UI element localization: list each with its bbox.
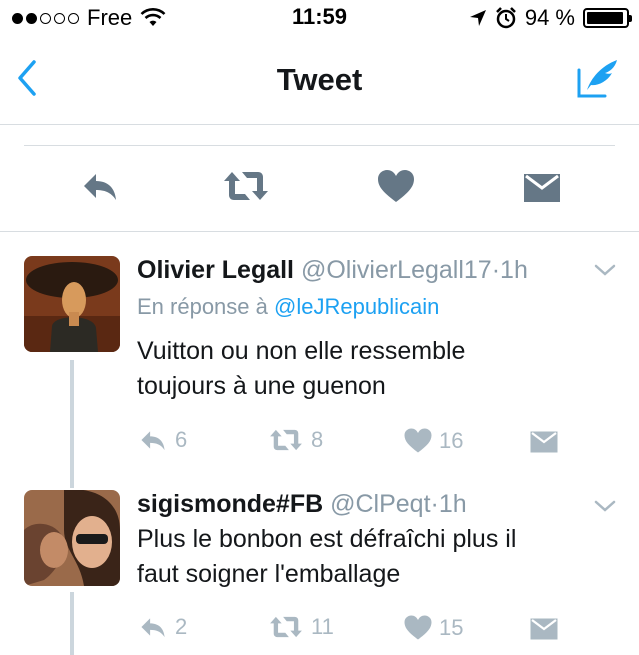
separator: · — [491, 256, 501, 284]
timestamp: 1h — [500, 256, 528, 284]
direct-message-icon — [530, 618, 558, 640]
separator: · — [430, 490, 439, 518]
chevron-down-icon[interactable] — [593, 262, 617, 278]
reply-button[interactable]: 6 — [137, 427, 187, 453]
avatar-portrait-image — [24, 256, 120, 352]
tweet-text-line: Plus le bonbon est défraîchi plus il — [137, 525, 517, 553]
retweet-count: 8 — [311, 427, 324, 452]
like-button[interactable]: 16 — [403, 427, 463, 454]
like-button[interactable]: 15 — [403, 614, 463, 641]
user-name[interactable]: Olivier Legall — [137, 256, 294, 284]
retweet-button[interactable]: 11 — [267, 614, 334, 640]
like-icon[interactable] — [376, 168, 416, 204]
reply-count: 6 — [175, 427, 188, 452]
avatar[interactable] — [24, 256, 120, 352]
retweet-icon — [270, 429, 302, 451]
like-icon — [404, 428, 432, 453]
reply-context: En réponse à @leJRepublicain — [137, 294, 439, 320]
like-count: 16 — [439, 427, 464, 453]
tweet-text-line: Vuitton ou non elle ressemble — [137, 337, 466, 365]
tweet-text: Plus le bonbon est défraîchi plus il fau… — [137, 522, 607, 592]
reply-icon[interactable] — [80, 168, 120, 204]
like-count: 15 — [439, 614, 464, 640]
battery-icon — [583, 8, 632, 28]
reply-mention-link[interactable]: @leJRepublicain — [274, 294, 439, 319]
battery-percent: 94 % — [524, 5, 575, 30]
like-icon — [404, 615, 432, 640]
status-right: 94 % — [469, 5, 632, 31]
tweet-text-line: toujours à une guenon — [137, 372, 386, 400]
direct-message-icon — [530, 431, 558, 453]
page-title: Tweet — [276, 62, 363, 97]
retweet-count: 11 — [311, 614, 334, 639]
direct-message-icon[interactable] — [522, 168, 562, 204]
reply-tweet[interactable]: sigismonde#FB @ClPeqt·1h Plus le bonbon … — [0, 488, 639, 655]
retweet-icon — [270, 616, 302, 638]
user-handle[interactable]: @OlivierLegall17 — [301, 256, 492, 284]
direct-message-button[interactable] — [529, 427, 559, 454]
reply-prefix: En réponse à — [137, 294, 268, 319]
reply-icon — [141, 618, 165, 638]
user-name[interactable]: sigismonde#FB — [137, 490, 323, 518]
nav-bar: Tweet — [0, 36, 639, 125]
avatar-photo-image — [24, 490, 120, 586]
tweet-action-bar — [24, 145, 615, 232]
thread-line — [70, 592, 74, 655]
direct-message-button[interactable] — [529, 614, 559, 641]
thread-line — [70, 360, 74, 488]
avatar[interactable] — [24, 490, 120, 586]
alarm-icon — [495, 7, 516, 29]
tweet-text: Vuitton ou non elle ressemble toujours à… — [137, 334, 607, 404]
reply-count: 2 — [175, 614, 188, 639]
tweet-text-line: faut soigner l'emballage — [137, 560, 401, 588]
retweet-icon[interactable] — [222, 168, 270, 204]
compose-tweet-icon[interactable] — [575, 56, 621, 102]
tweet-header: sigismonde#FB @ClPeqt·1h — [137, 490, 467, 519]
reply-tweet[interactable]: Olivier Legall @OlivierLegall17·1h En ré… — [0, 232, 639, 488]
tweet-actions: 2 11 15 — [137, 614, 607, 648]
retweet-button[interactable]: 8 — [267, 427, 323, 453]
reply-button[interactable]: 2 — [137, 614, 187, 640]
user-handle[interactable]: @ClPeqt — [330, 490, 430, 518]
reply-icon — [141, 431, 165, 451]
tweet-actions: 6 8 16 — [137, 427, 607, 461]
status-bar: Free 11:59 94 % — [0, 0, 639, 36]
chevron-down-icon[interactable] — [593, 498, 617, 514]
timestamp: 1h — [438, 490, 467, 518]
location-arrow-icon — [469, 10, 486, 26]
tweet-header: Olivier Legall @OlivierLegall17·1h — [137, 256, 528, 285]
